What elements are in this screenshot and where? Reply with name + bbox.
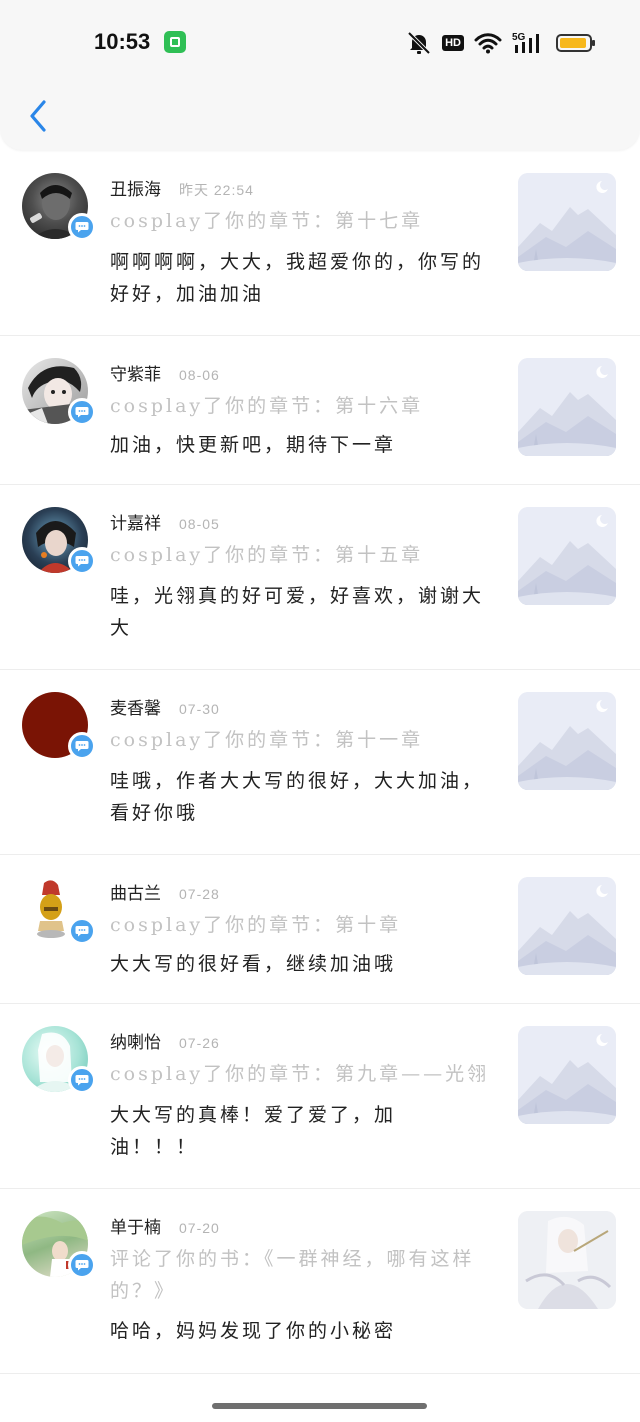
placeholder-landscape-icon	[518, 173, 616, 271]
placeholder-landscape-icon	[518, 507, 616, 605]
book-cover-thumbnail[interactable]	[518, 1211, 616, 1309]
list-item[interactable]: 丑振海 昨天 22:54 cosplay了你的章节：第十七章 啊啊啊啊，大大，我…	[0, 151, 640, 336]
comment-date: 08-05	[179, 516, 220, 532]
network-type: 5G	[512, 32, 526, 43]
comment-date: 昨天 22:54	[179, 182, 254, 198]
list-item[interactable]: 单于楠 07-20 评论了你的书：《一群神经，哪有这样的？》 哈哈，妈妈发现了你…	[0, 1189, 640, 1374]
chat-bubble-icon	[75, 407, 89, 418]
user-avatar[interactable]	[22, 1211, 96, 1279]
comment-text: 哇哦，作者大大写的很好，大大加油，看好你哦	[110, 770, 485, 824]
name-row: 丑振海 昨天 22:54	[110, 175, 254, 200]
comment-date: 07-28	[179, 886, 220, 902]
comment-text: 大大写的很好看，继续加油哦	[110, 953, 397, 975]
chapter-thumbnail[interactable]	[518, 692, 616, 790]
chat-bubble-icon	[75, 926, 89, 937]
comment-date: 08-06	[179, 367, 220, 383]
user-name[interactable]: 纳喇怡	[110, 1028, 161, 1053]
chapter-thumbnail[interactable]	[518, 358, 616, 456]
status-icons: HD 5G	[406, 30, 595, 56]
top-header: 10:53 HD 5G	[0, 0, 640, 150]
comment-badge	[68, 1251, 96, 1279]
user-name[interactable]: 计嘉祥	[110, 509, 161, 534]
reference-text[interactable]: cosplay了你的章节：第十六章	[110, 390, 490, 422]
comment-badge	[68, 213, 96, 241]
comment-badge	[68, 398, 96, 426]
status-bar: 10:53 HD 5G	[0, 0, 640, 86]
mute-bell-icon	[407, 31, 431, 55]
comment-badge	[68, 547, 96, 575]
wifi-icon	[474, 33, 502, 54]
list-item[interactable]: 纳喇怡 07-26 cosplay了你的章节：第九章——光翎 大大写的真棒！爱了…	[0, 1004, 640, 1189]
chapter-thumbnail[interactable]	[518, 877, 616, 975]
home-indicator[interactable]	[212, 1403, 427, 1409]
user-name[interactable]: 丑振海	[110, 175, 161, 200]
chat-bubble-icon	[75, 1260, 89, 1271]
placeholder-landscape-icon	[518, 1026, 616, 1124]
battery-icon	[556, 34, 595, 52]
user-name[interactable]: 曲古兰	[110, 879, 161, 904]
name-row: 单于楠 07-20	[110, 1213, 220, 1238]
reference-text[interactable]: cosplay了你的章节：第十七章	[110, 205, 490, 237]
reference-text[interactable]: cosplay了你的章节：第九章——光翎	[110, 1058, 510, 1090]
comment-text: 大大写的真棒！爱了爱了，加油！！！	[110, 1104, 397, 1158]
user-name[interactable]: 单于楠	[110, 1213, 161, 1238]
name-row: 曲古兰 07-28	[110, 879, 220, 904]
user-name[interactable]: 守紫菲	[110, 360, 161, 385]
user-avatar[interactable]	[22, 173, 96, 241]
user-avatar[interactable]	[22, 1026, 96, 1094]
comment-text: 加油，快更新吧，期待下一章	[110, 434, 397, 456]
user-avatar[interactable]	[22, 877, 96, 945]
name-row: 纳喇怡 07-26	[110, 1028, 220, 1053]
comment-text: 啊啊啊啊，大大，我超爱你的，你写的好好，加油加油	[110, 251, 485, 305]
user-avatar[interactable]	[22, 507, 96, 575]
chat-bubble-icon	[75, 1075, 89, 1086]
chapter-thumbnail[interactable]	[518, 173, 616, 271]
app-notification-icon	[164, 31, 186, 53]
comment-badge	[68, 732, 96, 760]
user-avatar[interactable]	[22, 692, 96, 760]
list-item[interactable]: 守紫菲 08-06 cosplay了你的章节：第十六章 加油，快更新吧，期待下一…	[0, 336, 640, 485]
status-time: 10:53	[94, 29, 151, 54]
reference-text[interactable]: cosplay了你的章节：第十五章	[110, 539, 490, 571]
reference-text[interactable]: cosplay了你的章节：第十一章	[110, 724, 490, 756]
comment-badge	[68, 1066, 96, 1094]
comment-text: 哇，光翎真的好可爱，好喜欢，谢谢大大	[110, 585, 485, 639]
signal-icon: 5G	[512, 32, 539, 53]
chapter-thumbnail[interactable]	[518, 507, 616, 605]
user-name[interactable]: 麦香馨	[110, 694, 161, 719]
placeholder-landscape-icon	[518, 692, 616, 790]
placeholder-landscape-icon	[518, 358, 616, 456]
back-button[interactable]	[18, 94, 58, 138]
name-row: 守紫菲 08-06	[110, 360, 220, 385]
comment-date: 07-30	[179, 701, 220, 717]
hd-badge: HD	[442, 35, 464, 51]
list-item[interactable]: 曲古兰 07-28 cosplay了你的章节：第十章 大大写的很好看，继续加油哦	[0, 855, 640, 1004]
list-item[interactable]: 计嘉祥 08-05 cosplay了你的章节：第十五章 哇，光翎真的好可爱，好喜…	[0, 485, 640, 670]
comment-date: 07-26	[179, 1035, 220, 1051]
reference-text[interactable]: cosplay了你的章节：第十章	[110, 909, 490, 941]
name-row: 计嘉祥 08-05	[110, 509, 220, 534]
list-item[interactable]: 麦香馨 07-30 cosplay了你的章节：第十一章 哇哦，作者大大写的很好，…	[0, 670, 640, 855]
chat-bubble-icon	[75, 556, 89, 567]
chat-bubble-icon	[75, 222, 89, 233]
chevron-left-icon	[30, 100, 46, 132]
name-row: 麦香馨 07-30	[110, 694, 220, 719]
chat-bubble-icon	[75, 741, 89, 752]
user-avatar[interactable]	[22, 358, 96, 426]
comment-date: 07-20	[179, 1220, 220, 1236]
comment-text: 哈哈，妈妈发现了你的小秘密	[110, 1320, 397, 1342]
placeholder-landscape-icon	[518, 877, 616, 975]
book-cover-image	[518, 1211, 616, 1309]
reference-text[interactable]: 评论了你的书：《一群神经，哪有这样的？》	[110, 1243, 480, 1307]
chapter-thumbnail[interactable]	[518, 1026, 616, 1124]
comment-badge	[68, 917, 96, 945]
notification-list: 丑振海 昨天 22:54 cosplay了你的章节：第十七章 啊啊啊啊，大大，我…	[0, 151, 640, 1374]
